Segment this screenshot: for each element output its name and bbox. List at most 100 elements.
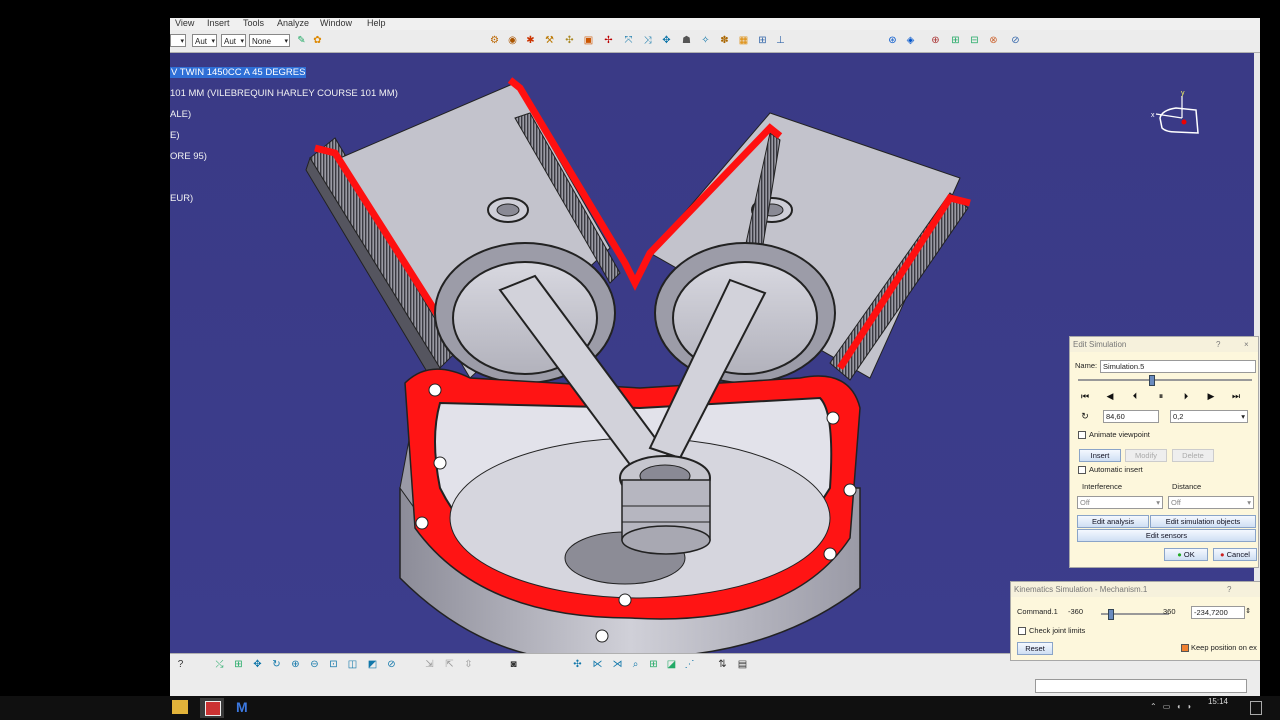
clash-analysis-icon[interactable]: ⊞ [646, 658, 661, 672]
mechanism-icon[interactable]: ⚙ [487, 34, 502, 48]
fix-icon[interactable]: ✢ [601, 34, 616, 48]
clock[interactable]: 15:14 [1208, 697, 1228, 707]
simulate-icon[interactable]: ⤧ [621, 34, 636, 48]
modify-button[interactable]: Modify [1125, 449, 1167, 462]
menu-help[interactable]: Help [367, 18, 386, 28]
tree-item-root[interactable]: V TWIN 1450CC A 45 DEGRES [170, 67, 307, 78]
law-icon[interactable]: ⊞ [755, 34, 770, 48]
layer-combo[interactable]: None ▾ [249, 34, 290, 47]
menu-window[interactable]: Window [320, 18, 352, 28]
simulation-slider-thumb[interactable] [1149, 375, 1156, 386]
normal-view-icon[interactable]: ⊡ [326, 658, 341, 672]
animate-viewpoint-checkbox[interactable] [1078, 431, 1086, 439]
delete-button[interactable]: Delete [1172, 449, 1214, 462]
command-slider-thumb[interactable] [1108, 609, 1115, 620]
edit-simulation-objects-button[interactable]: Edit simulation objects [1150, 515, 1256, 528]
jump-end-button[interactable]: ⏭ [1229, 390, 1243, 402]
measure-icon[interactable]: ⊥ [773, 34, 788, 48]
rigid-icon[interactable]: ▣ [581, 34, 596, 48]
update-icon[interactable]: ⇅ [715, 658, 730, 672]
command-slider[interactable] [1101, 609, 1169, 620]
menu-analyze[interactable]: Analyze [277, 18, 309, 28]
fit-all-icon[interactable]: ⊞ [231, 658, 246, 672]
tree-item-5[interactable]: ORE 95) [170, 151, 207, 162]
sensor-icon[interactable]: ☗ [679, 34, 694, 48]
cancel-button[interactable]: ● Cancel [1213, 548, 1257, 561]
properties-icon[interactable]: ✿ [310, 34, 325, 48]
tree-icon[interactable]: ⊟ [967, 34, 982, 48]
joint-icon[interactable]: ✱ [523, 34, 538, 48]
tree-item-3[interactable]: ALE) [170, 109, 191, 120]
step-forward-button[interactable]: ⏵ [1179, 390, 1193, 402]
insert-button[interactable]: Insert [1079, 449, 1121, 462]
tray-icons[interactable]: ⌃▭◖◗ [1150, 702, 1198, 711]
stop-icon[interactable]: ▤ [735, 658, 750, 672]
catalog-icon[interactable]: ⊗ [986, 34, 1001, 48]
section-icon[interactable]: ⊕ [928, 34, 943, 48]
file-explorer-icon[interactable] [172, 700, 188, 714]
zoom-out-icon[interactable]: ⊖ [307, 658, 322, 672]
pause-button[interactable]: ⏸ [1154, 390, 1168, 402]
hide-show-icon[interactable]: ⊘ [384, 658, 399, 672]
tree-item-7[interactable]: EUR) [170, 193, 193, 204]
distance-combo[interactable]: Off ▾ [1168, 496, 1254, 509]
reset-button[interactable]: Reset [1017, 642, 1053, 655]
loop-mode-icon[interactable]: ↻ [1078, 410, 1092, 422]
command-spinner[interactable]: ⇕ [1243, 606, 1253, 618]
revolute-icon[interactable]: ◉ [505, 34, 520, 48]
clash-icon[interactable]: ◈ [903, 34, 918, 48]
catia-taskbar-button[interactable] [200, 698, 224, 718]
zoom-in-icon[interactable]: ⊕ [288, 658, 303, 672]
keep-position-checkbox[interactable] [1181, 644, 1189, 652]
explode-icon[interactable]: ⋉ [590, 658, 605, 672]
tree-item-crankshaft[interactable]: 101 MM (VILEBREQUIN HARLEY COURSE 101 MM… [170, 88, 398, 99]
step-back-button[interactable]: ⏴ [1128, 390, 1142, 402]
step-combo[interactable]: 0,2 ▾ [1170, 410, 1248, 423]
thickness-combo[interactable]: Aut ▾ [192, 34, 217, 47]
ok-button[interactable]: ● OK [1164, 548, 1208, 561]
screw-icon[interactable]: ✣ [562, 34, 577, 48]
measure-between-icon[interactable]: ◪ [664, 658, 679, 672]
simulation-slider[interactable] [1078, 375, 1252, 386]
tool-c-icon[interactable]: ⇳ [461, 658, 476, 672]
notification-icon[interactable] [1250, 701, 1262, 715]
manipulate-icon[interactable]: ⋊ [610, 658, 625, 672]
app-switch-icon[interactable]: ⊘ [1008, 34, 1023, 48]
rotate-icon[interactable]: ↻ [269, 658, 284, 672]
command-input[interactable] [1035, 679, 1247, 693]
interference-combo[interactable]: Off ▾ [1077, 496, 1163, 509]
painter-icon[interactable]: ✎ [294, 34, 309, 48]
trace-icon[interactable]: ✽ [717, 34, 732, 48]
command-value-field[interactable]: -234,7200 [1191, 606, 1245, 619]
linetype-combo[interactable]: ▾ [170, 34, 186, 47]
swept-volume-icon[interactable]: ✧ [698, 34, 713, 48]
tool-b-icon[interactable]: ⇱ [442, 658, 457, 672]
measure-item-icon[interactable]: ⋰ [682, 658, 697, 672]
whats-this-icon[interactable]: ? [173, 658, 188, 672]
fly-mode-icon[interactable]: ⤯ [212, 658, 227, 672]
distance-icon[interactable]: ⊛ [885, 34, 900, 48]
compass-icon[interactable]: y x [1148, 88, 1208, 148]
linetype2-combo[interactable]: Aut ▾ [221, 34, 246, 47]
tool-a-icon[interactable]: ⇲ [422, 658, 437, 672]
help-button[interactable]: ? [1216, 337, 1220, 352]
shading-icon[interactable]: ◩ [365, 658, 380, 672]
iso-view-icon[interactable]: ◫ [345, 658, 360, 672]
play-back-button[interactable]: ◀ [1103, 390, 1117, 402]
camera-icon[interactable]: ◙ [506, 658, 521, 672]
edit-sensors-button[interactable]: Edit sensors [1077, 529, 1256, 542]
fit-icon[interactable]: ⊞ [948, 34, 963, 48]
speed-icon[interactable]: ▦ [736, 34, 751, 48]
automatic-insert-checkbox[interactable] [1078, 466, 1086, 474]
pan-icon[interactable]: ✥ [250, 658, 265, 672]
name-field[interactable]: Simulation.5 [1100, 360, 1256, 373]
close-icon[interactable]: × [1244, 337, 1249, 352]
kinematics-help-button[interactable]: ? [1227, 582, 1231, 597]
compile-icon[interactable]: ⤨ [640, 34, 655, 48]
jump-start-button[interactable]: ⏮ [1078, 390, 1092, 402]
media-app-icon[interactable]: M [236, 699, 248, 715]
play-forward-button[interactable]: ▶ [1204, 390, 1218, 402]
replay-icon[interactable]: ✥ [659, 34, 674, 48]
check-joint-limits-checkbox[interactable] [1018, 627, 1026, 635]
position-field[interactable]: 84,60 [1103, 410, 1159, 423]
